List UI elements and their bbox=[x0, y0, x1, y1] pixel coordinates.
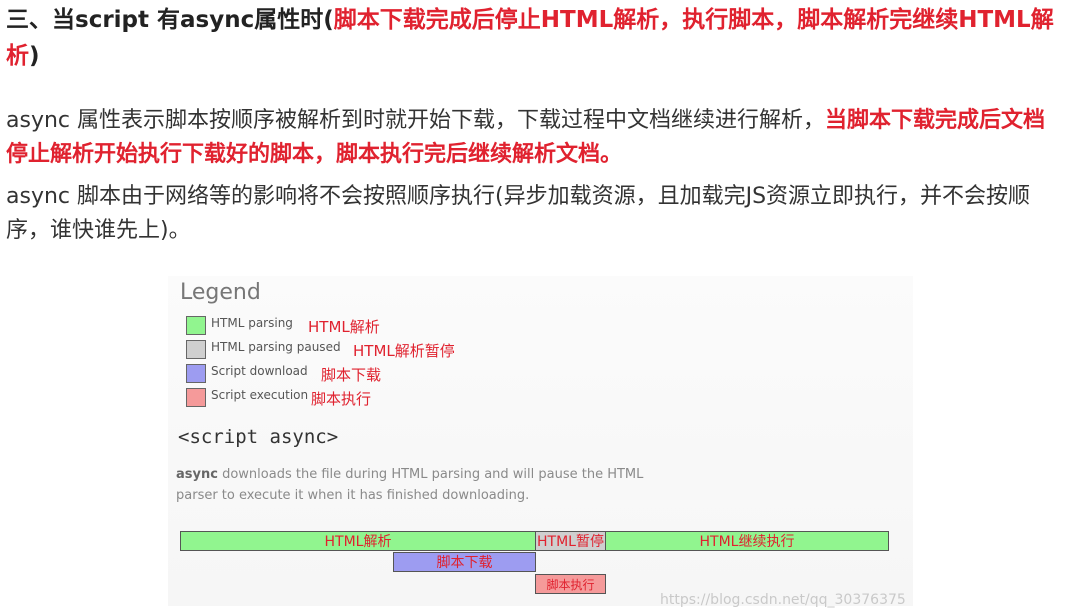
bar-script-download: 脚本下载 bbox=[393, 552, 536, 572]
legend-label-en: HTML parsing bbox=[211, 316, 293, 330]
paragraph-async-order: async 脚本由于网络等的影响将不会按照顺序执行(异步加载资源，且加载完JS资… bbox=[6, 180, 1061, 248]
section-heading: 三、当script 有async属性时(脚本下载完成后停止HTML解析，执行脚本… bbox=[6, 2, 1056, 74]
legend-swatch-green bbox=[186, 316, 206, 335]
legend-label-zh: HTML解析 bbox=[308, 318, 380, 336]
legend-label-zh: HTML解析暂停 bbox=[353, 342, 455, 360]
bar-script-execution: 脚本执行 bbox=[535, 574, 606, 594]
figure-description: async downloads the file during HTML par… bbox=[176, 464, 656, 506]
description-keyword: async bbox=[176, 467, 218, 482]
heading-suffix: ) bbox=[29, 43, 40, 69]
paragraph-text: async 属性表示脚本按顺序被解析到时就开始下载，下载过程中文档继续进行解析， bbox=[6, 108, 825, 133]
legend-title: Legend bbox=[180, 280, 261, 305]
paragraph-text: async 脚本由于网络等的影响将不会按照顺序执行(异步加载资源，且加载完JS资… bbox=[6, 184, 1031, 243]
legend-label-zh: 脚本执行 bbox=[311, 390, 372, 408]
description-text: downloads the file during HTML parsing a… bbox=[176, 467, 644, 503]
bar-html-continue: HTML继续执行 bbox=[605, 531, 889, 551]
legend-label-zh: 脚本下载 bbox=[321, 366, 382, 384]
bar-html-paused: HTML暂停 bbox=[535, 531, 606, 551]
paragraph-async-description: async 属性表示脚本按顺序被解析到时就开始下载，下载过程中文档继续进行解析，… bbox=[6, 104, 1061, 172]
legend-label-en: Script execution bbox=[211, 388, 309, 402]
legend-label-en: Script download bbox=[211, 364, 308, 378]
legend-swatch-grey bbox=[186, 340, 206, 359]
code-title: <script async> bbox=[178, 426, 339, 448]
legend-swatch-blue bbox=[186, 364, 206, 383]
legend-swatch-red bbox=[186, 388, 206, 407]
bar-html-parsing: HTML解析 bbox=[180, 531, 536, 551]
heading-prefix: 三、当script 有async属性时( bbox=[6, 7, 334, 33]
legend-label-en: HTML parsing paused bbox=[211, 340, 341, 354]
async-timeline-figure: Legend HTML parsing HTML解析 HTML parsing … bbox=[168, 276, 913, 608]
